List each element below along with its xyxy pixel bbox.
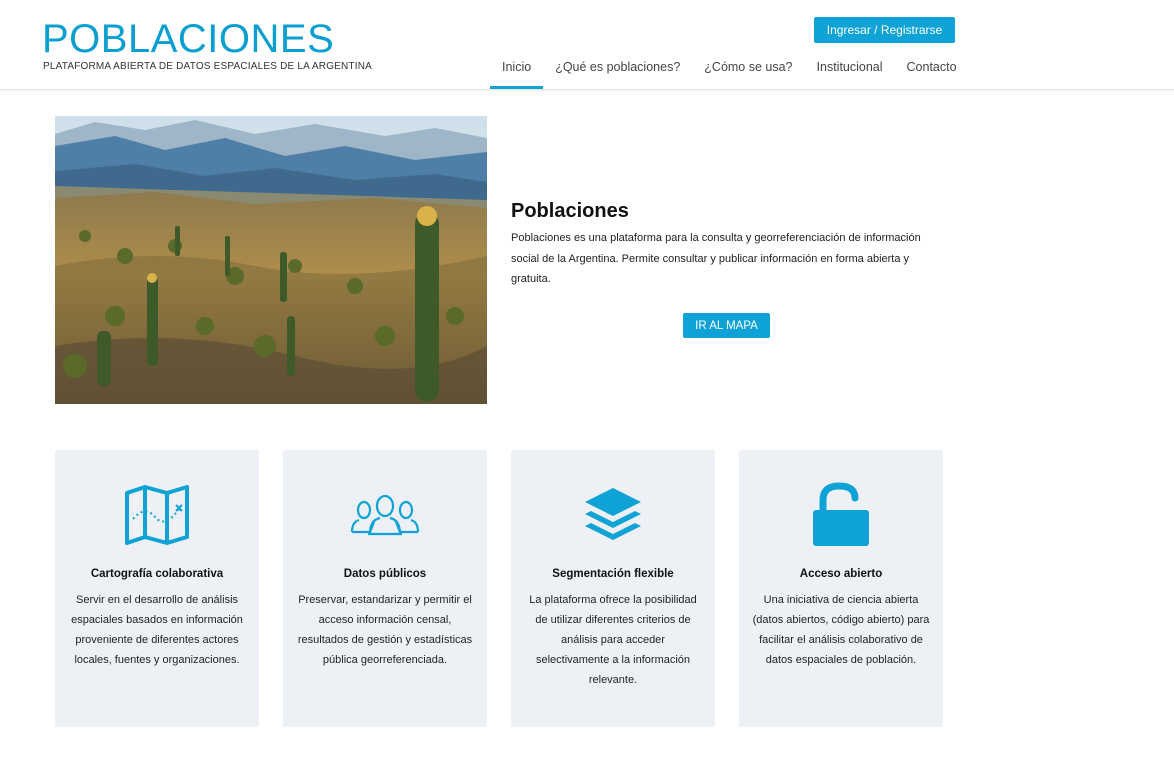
logo-title[interactable]: POBLACIONES <box>42 16 334 62</box>
logo-subtitle: PLATAFORMA ABIERTA DE DATOS ESPACIALES D… <box>43 61 373 72</box>
feature-card-segmentacion: Segmentación flexible La plataforma ofre… <box>511 450 715 727</box>
card-title: Acceso abierto <box>799 568 883 580</box>
hero-description: Poblaciones es una plataforma para la co… <box>511 232 921 285</box>
main-nav: Inicio ¿Qué es poblaciones? ¿Cómo se usa… <box>490 52 969 89</box>
feature-card-cartografia: Cartografía colaborativa Servir en el de… <box>55 450 259 727</box>
map-icon <box>55 480 259 550</box>
feature-card-datos: Datos públicos Preservar, estandarizar y… <box>283 450 487 727</box>
site-header: POBLACIONES PLATAFORMA ABIERTA DE DATOS … <box>0 0 1174 90</box>
login-register-button[interactable]: Ingresar / Registrarse <box>814 17 955 43</box>
go-to-map-button[interactable]: IR AL MAPA <box>683 313 770 338</box>
nav-item-institucional[interactable]: Institucional <box>805 52 895 89</box>
nav-item-inicio[interactable]: Inicio <box>490 52 544 89</box>
layers-icon <box>511 480 715 550</box>
hero-title: Poblaciones <box>511 200 629 222</box>
hero-landscape-image <box>55 116 487 404</box>
card-text: Una iniciativa de ciencia abierta (datos… <box>752 594 930 666</box>
people-icon <box>283 480 487 550</box>
nav-item-que-es[interactable]: ¿Qué es poblaciones? <box>543 52 692 89</box>
card-title: Datos públicos <box>343 568 427 580</box>
nav-item-como-se-usa[interactable]: ¿Cómo se usa? <box>692 52 804 89</box>
card-text: Servir en el desarrollo de análisis espa… <box>71 594 243 666</box>
card-title: Cartografía colaborativa <box>90 568 224 580</box>
unlock-icon <box>739 480 943 550</box>
card-text: La plataforma ofrece la posibilidad de u… <box>529 594 697 686</box>
feature-card-acceso: Acceso abierto Una iniciativa de ciencia… <box>739 450 943 727</box>
nav-item-contacto[interactable]: Contacto <box>895 52 969 89</box>
card-text: Preservar, estandarizar y permitir el ac… <box>297 594 473 666</box>
card-title: Segmentación flexible <box>552 568 674 580</box>
